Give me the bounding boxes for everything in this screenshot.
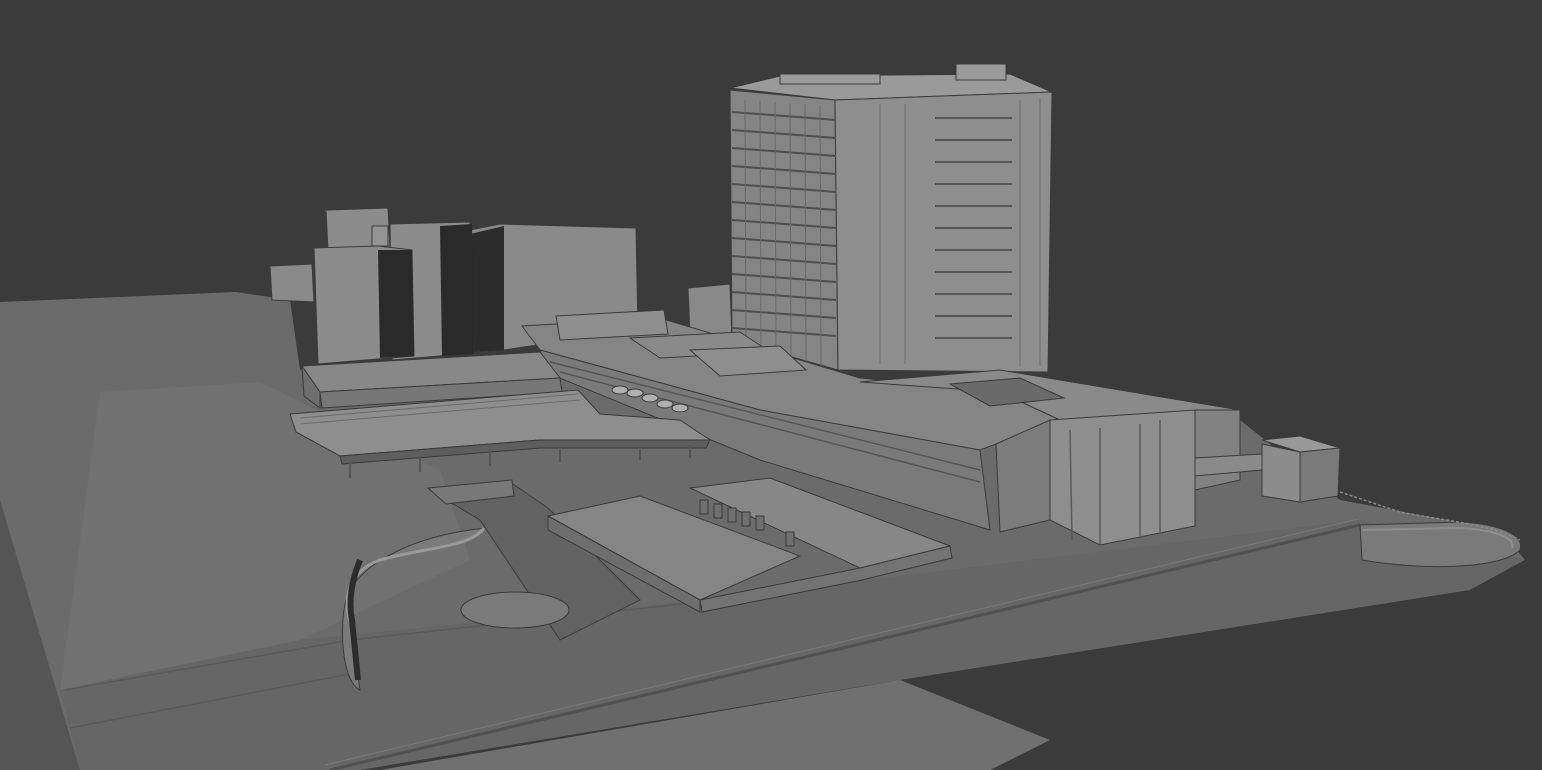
- pavilion-front: [1261, 443, 1301, 503]
- curved-ramp[interactable]: [1359, 521, 1522, 568]
- east-wing: [1194, 409, 1241, 491]
- tower-right-facade: [834, 91, 1053, 373]
- tiny-block: [371, 225, 389, 247]
- circular-plaza[interactable]: [460, 591, 570, 629]
- high-rise-tower[interactable]: [687, 63, 1053, 373]
- rooftop-unit: [955, 63, 1007, 81]
- low-side-block: [269, 263, 315, 303]
- ground-right-side: [1470, 560, 1542, 770]
- front-block-shadow: [378, 250, 414, 358]
- far-block-shadow: [470, 226, 504, 352]
- rooftop-unit: [779, 73, 881, 85]
- scene-canvas[interactable]: [0, 0, 1542, 770]
- 3d-viewport[interactable]: [0, 0, 1542, 770]
- mid-block-b-shadow: [440, 224, 474, 356]
- pavilion-side: [1299, 447, 1341, 503]
- small-east-pavilion[interactable]: [1261, 435, 1341, 503]
- plaza-disc: [460, 591, 570, 629]
